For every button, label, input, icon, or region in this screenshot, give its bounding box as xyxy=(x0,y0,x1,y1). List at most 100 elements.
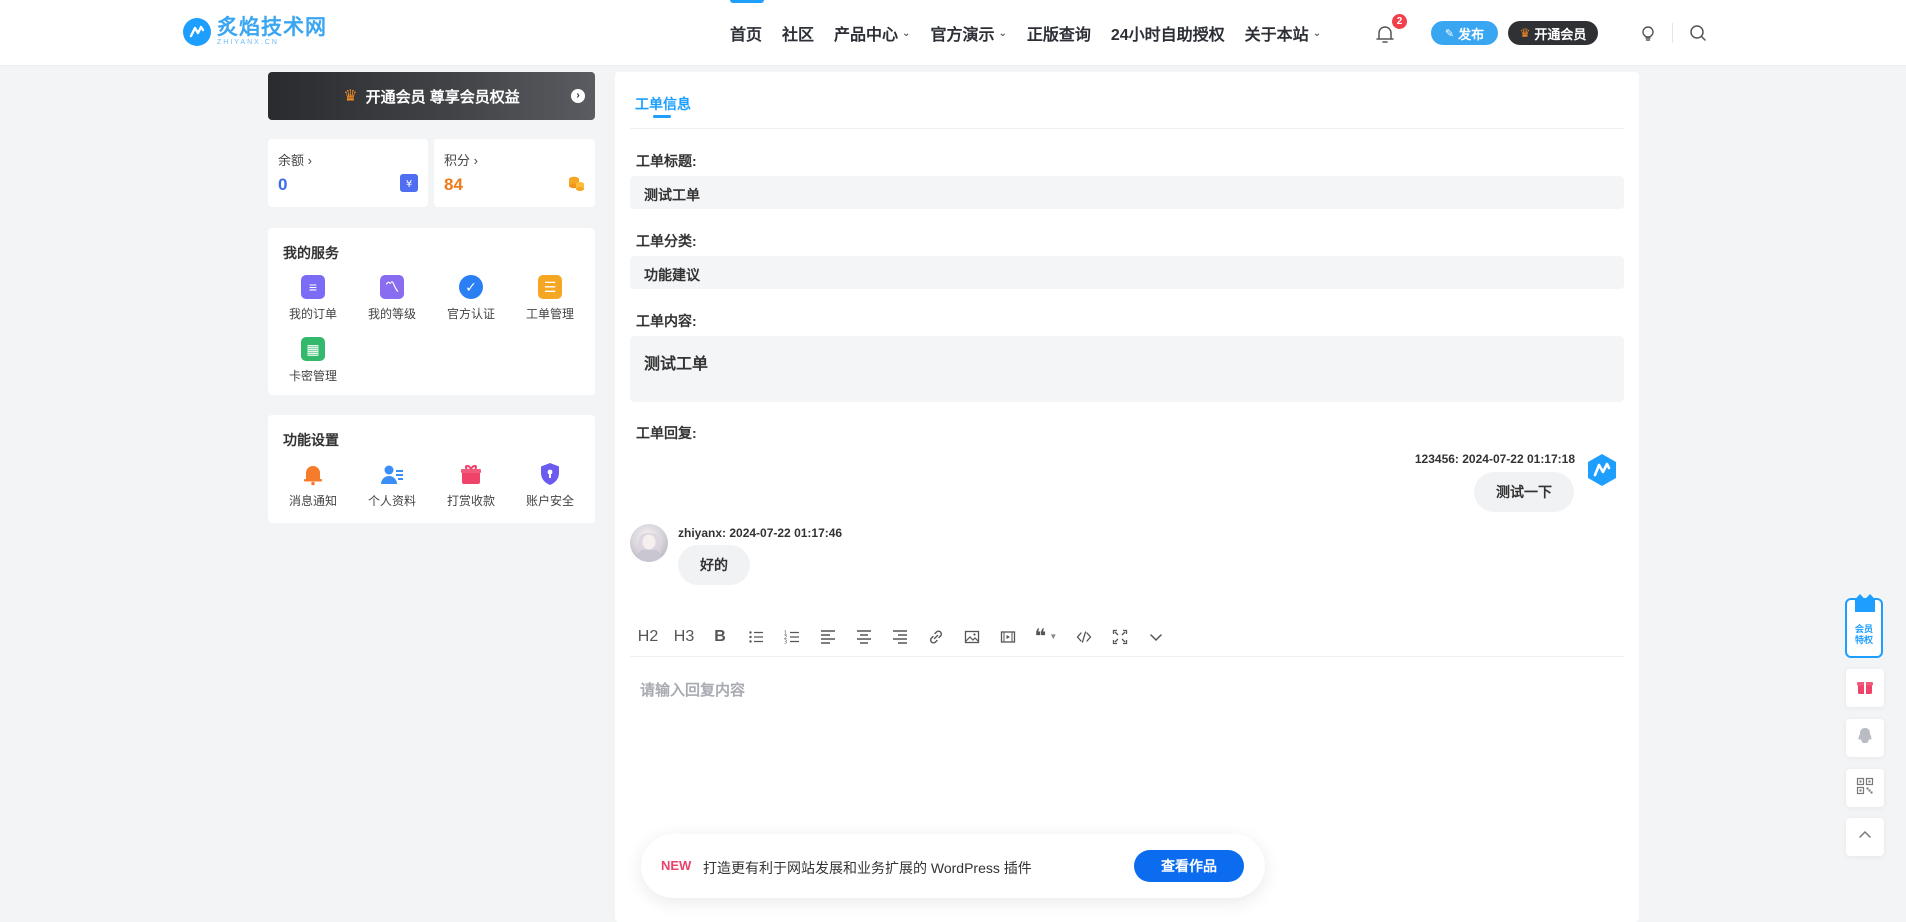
fullscreen-icon[interactable] xyxy=(1102,622,1138,652)
reply-editor[interactable]: 请输入回复内容 xyxy=(640,679,745,700)
card-key-icon: ▦ xyxy=(301,337,325,361)
caret-down-icon: ▼ xyxy=(1049,632,1058,641)
setting-notifications[interactable]: 消息通知 xyxy=(283,462,343,509)
nav-item-genuine-check[interactable]: 正版查询 xyxy=(1027,0,1091,66)
bullet-list-icon[interactable] xyxy=(738,622,774,652)
nav-item-demo[interactable]: 官方演示 ⌄ xyxy=(930,0,1006,66)
balance-label: 余额 xyxy=(278,153,305,168)
chevron-down-icon: ⌄ xyxy=(998,27,1007,39)
profile-icon xyxy=(380,462,404,486)
logo-icon xyxy=(183,18,211,46)
order-icon: ≡ xyxy=(301,275,325,299)
logo-name: 炙焰技术网 xyxy=(217,16,327,39)
vip-banner[interactable]: ♛ 开通会员 尊享会员权益 › xyxy=(268,72,595,120)
setting-donation[interactable]: 打赏收款 xyxy=(441,462,501,509)
tab-ticket-info[interactable]: 工单信息 xyxy=(635,94,691,114)
align-center-icon[interactable] xyxy=(846,622,882,652)
my-services-title: 我的服务 xyxy=(283,245,339,261)
view-works-button[interactable]: 查看作品 xyxy=(1134,850,1244,882)
video-icon[interactable] xyxy=(990,622,1026,652)
pencil-icon: ✎ xyxy=(1444,27,1455,40)
service-card-key[interactable]: ▦ 卡密管理 xyxy=(283,337,343,384)
coins-icon xyxy=(567,174,585,192)
svg-text:3: 3 xyxy=(784,639,787,645)
shield-icon xyxy=(538,462,562,486)
setting-profile[interactable]: 个人资料 xyxy=(362,462,422,509)
verified-icon: ✓ xyxy=(459,275,483,299)
settings-card: 功能设置 消息通知 个人资料 打赏收款 账户安全 xyxy=(268,415,595,523)
site-logo[interactable]: 炙焰技术网 ZHIYANX.CN xyxy=(183,17,327,47)
gift-icon xyxy=(1856,677,1874,700)
chevron-right-icon: › xyxy=(473,153,478,168)
qrcode-icon xyxy=(1856,777,1874,800)
chevron-down-icon: ⌄ xyxy=(1312,27,1322,39)
chevron-up-icon xyxy=(1856,826,1874,849)
site-avatar-icon xyxy=(1585,453,1619,487)
chevron-down-icon[interactable] xyxy=(1138,622,1174,652)
service-verified[interactable]: ✓ 官方认证 xyxy=(441,275,501,322)
my-services-card: 我的服务 ≡ 我的订单 〽 我的等级 ✓ 官方认证 ☰ 工单管理 ▦ 卡密管理 xyxy=(268,228,595,395)
points-card[interactable]: 积分 › 84 xyxy=(434,139,595,207)
gift-icon xyxy=(459,462,483,486)
float-gift-button[interactable] xyxy=(1846,669,1884,707)
promo-text: 打造更有利于网站发展和业务扩展的 WordPress 插件 xyxy=(703,860,1032,876)
crown-icon: ♛ xyxy=(1519,26,1531,40)
nav-item-community[interactable]: 社区 xyxy=(782,0,814,66)
heading2-button[interactable]: H2 xyxy=(630,622,666,652)
nav-item-self-license[interactable]: 24小时自助授权 xyxy=(1111,0,1225,66)
ticket-content-label: 工单内容: xyxy=(636,313,697,329)
promo-bar: NEW 打造更有利于网站发展和业务扩展的 WordPress 插件 查看作品 xyxy=(641,834,1265,898)
bell-icon xyxy=(301,462,325,486)
wallet-icon: ¥ xyxy=(400,174,418,192)
vip-button[interactable]: ♛ 开通会员 xyxy=(1508,21,1598,45)
reply-meta: 123456: 2024-07-22 01:17:18 xyxy=(1414,452,1575,466)
bold-button[interactable]: B xyxy=(702,622,738,652)
service-my-level[interactable]: 〽 我的等级 xyxy=(362,275,422,322)
nav-item-about[interactable]: 关于本站 ⌄ xyxy=(1245,0,1321,66)
search-icon[interactable] xyxy=(1688,23,1708,43)
header-divider xyxy=(1672,23,1673,43)
user-avatar xyxy=(630,524,668,562)
ticket-reply-label: 工单回复: xyxy=(636,425,697,441)
nav-item-products[interactable]: 产品中心 ⌄ xyxy=(834,0,910,66)
float-qq-button[interactable] xyxy=(1846,719,1884,757)
image-icon[interactable] xyxy=(954,622,990,652)
nav-item-home[interactable]: 首页 xyxy=(730,0,765,66)
balance-value: 0 xyxy=(278,175,288,194)
level-icon: 〽 xyxy=(380,275,404,299)
publish-button[interactable]: ✎ 发布 xyxy=(1431,21,1498,45)
code-icon[interactable] xyxy=(1066,622,1102,652)
back-to-top-button[interactable] xyxy=(1846,818,1884,856)
align-left-icon[interactable] xyxy=(810,622,846,652)
ticket-panel: 工单信息 工单标题: 测试工单 工单分类: 功能建议 工单内容: 测试工单 工单… xyxy=(615,72,1639,922)
ticket-category-label: 工单分类: xyxy=(636,233,697,249)
ticket-category-value: 功能建议 xyxy=(630,256,1624,289)
tab-underline xyxy=(653,115,671,118)
notification-badge: 2 xyxy=(1392,14,1407,29)
logo-sub: ZHIYANX.CN xyxy=(217,39,279,46)
ticket-icon: ☰ xyxy=(538,275,562,299)
service-my-orders[interactable]: ≡ 我的订单 xyxy=(283,275,343,322)
reply-meta: zhiyanx: 2024-07-22 01:17:46 xyxy=(678,526,843,540)
ticket-title-value: 测试工单 xyxy=(630,176,1624,209)
editor-toolbar: H2 H3 B 123 ❝ ▼ xyxy=(630,617,1624,657)
service-ticket-manage[interactable]: ☰ 工单管理 xyxy=(520,275,580,322)
heading3-button[interactable]: H3 xyxy=(666,622,702,652)
align-right-icon[interactable] xyxy=(882,622,918,652)
numbered-list-icon[interactable]: 123 xyxy=(774,622,810,652)
reply-bubble: 测试一下 xyxy=(1474,472,1574,512)
qq-icon xyxy=(1856,727,1874,750)
tab-divider xyxy=(630,128,1624,129)
reply-bubble: 好的 xyxy=(678,545,750,585)
vip-privilege-float[interactable]: 会员 特权 xyxy=(1845,594,1883,658)
arrow-right-icon: › xyxy=(571,89,585,103)
link-icon[interactable] xyxy=(918,622,954,652)
setting-security[interactable]: 账户安全 xyxy=(520,462,580,509)
ticket-title-label: 工单标题: xyxy=(636,153,697,169)
balance-card[interactable]: 余额 › 0 ¥ xyxy=(268,139,428,207)
promo-new-badge: NEW xyxy=(661,858,692,873)
quote-icon[interactable]: ❝ ▼ xyxy=(1026,622,1066,652)
float-qrcode-button[interactable] xyxy=(1846,769,1884,807)
points-label: 积分 xyxy=(444,153,471,168)
theme-toggle-icon[interactable] xyxy=(1638,23,1658,43)
